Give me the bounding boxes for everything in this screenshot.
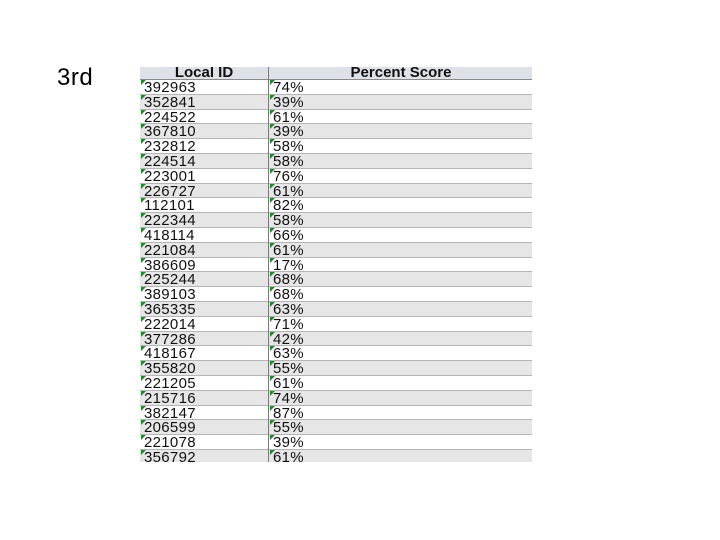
table-row: 221084 61% bbox=[140, 242, 532, 258]
local-id-cell[interactable]: 223001 bbox=[144, 169, 196, 184]
table-row: 222014 71% bbox=[140, 316, 532, 332]
header-local-id: Local ID bbox=[174, 67, 234, 80]
score-table: Local ID Percent Score 392963 74% 352841 39… bbox=[140, 67, 532, 462]
table-row: 386609 17% bbox=[140, 257, 532, 273]
slide: { "slide": { "label": "3rd" }, "table": … bbox=[0, 0, 720, 540]
percent-score-cell[interactable]: 66% bbox=[273, 228, 304, 243]
table-row: 232812 58% bbox=[140, 139, 532, 154]
percent-score-cell[interactable]: 58% bbox=[273, 154, 304, 169]
table-row: 392963 74% bbox=[140, 80, 532, 95]
column-divider bbox=[268, 67, 269, 462]
table-row: 206599 55% bbox=[140, 420, 532, 435]
local-id-cell[interactable]: 222014 bbox=[144, 317, 196, 332]
percent-score-cell[interactable]: 71% bbox=[273, 317, 304, 332]
local-id-cell[interactable]: 392963 bbox=[144, 80, 196, 95]
percent-score-cell[interactable]: 61% bbox=[273, 450, 304, 462]
table-row: 225244 68% bbox=[140, 272, 532, 287]
percent-score-cell[interactable]: 76% bbox=[273, 169, 304, 184]
table-row: 224522 61% bbox=[140, 109, 532, 125]
percent-score-cell[interactable]: 74% bbox=[273, 391, 304, 406]
table-header: Local ID Percent Score bbox=[140, 67, 532, 80]
table-row: 367810 39% bbox=[140, 124, 532, 139]
table-row: 112101 82% bbox=[140, 198, 532, 213]
table-row: 382147 87% bbox=[140, 405, 532, 421]
table-row: 215716 74% bbox=[140, 390, 532, 406]
table-row: 224514 58% bbox=[140, 153, 532, 169]
percent-score-cell[interactable]: 74% bbox=[273, 80, 304, 95]
table-row: 222344 58% bbox=[140, 213, 532, 228]
percent-score-cell[interactable]: 61% bbox=[273, 243, 304, 258]
table-row: 365335 63% bbox=[140, 301, 532, 317]
table-row: 221205 61% bbox=[140, 375, 532, 391]
table-row: 355820 55% bbox=[140, 361, 532, 376]
local-id-cell[interactable]: 224514 bbox=[144, 154, 196, 169]
local-id-cell[interactable]: 221205 bbox=[144, 376, 196, 391]
table-row: 221078 39% bbox=[140, 435, 532, 450]
slide-label: 3rd bbox=[57, 64, 94, 91]
local-id-cell[interactable]: 352841 bbox=[144, 95, 196, 110]
table-row: 223001 76% bbox=[140, 168, 532, 184]
table-row: 226727 61% bbox=[140, 183, 532, 199]
local-id-cell[interactable]: 221084 bbox=[144, 243, 196, 258]
header-percent-score: Percent Score bbox=[350, 67, 452, 80]
local-id-cell[interactable]: 215716 bbox=[144, 391, 196, 406]
table-row: 418167 63% bbox=[140, 346, 532, 361]
percent-score-cell[interactable]: 39% bbox=[273, 95, 304, 110]
table-row: 377286 42% bbox=[140, 331, 532, 347]
local-id-cell[interactable]: 418114 bbox=[144, 228, 195, 243]
percent-score-cell[interactable]: 61% bbox=[273, 376, 304, 391]
table-body: 392963 74% 352841 39% 224522 61% 367810 39% 2328… bbox=[140, 80, 532, 462]
local-id-cell[interactable]: 356792 bbox=[144, 450, 196, 462]
table-row: 352841 39% bbox=[140, 94, 532, 110]
local-id-cell[interactable]: 365335 bbox=[144, 302, 196, 317]
table-row: 356792 61% bbox=[140, 449, 532, 462]
percent-score-cell[interactable]: 63% bbox=[273, 302, 304, 317]
table-row: 418114 66% bbox=[140, 227, 532, 243]
table-row: 389103 68% bbox=[140, 287, 532, 302]
